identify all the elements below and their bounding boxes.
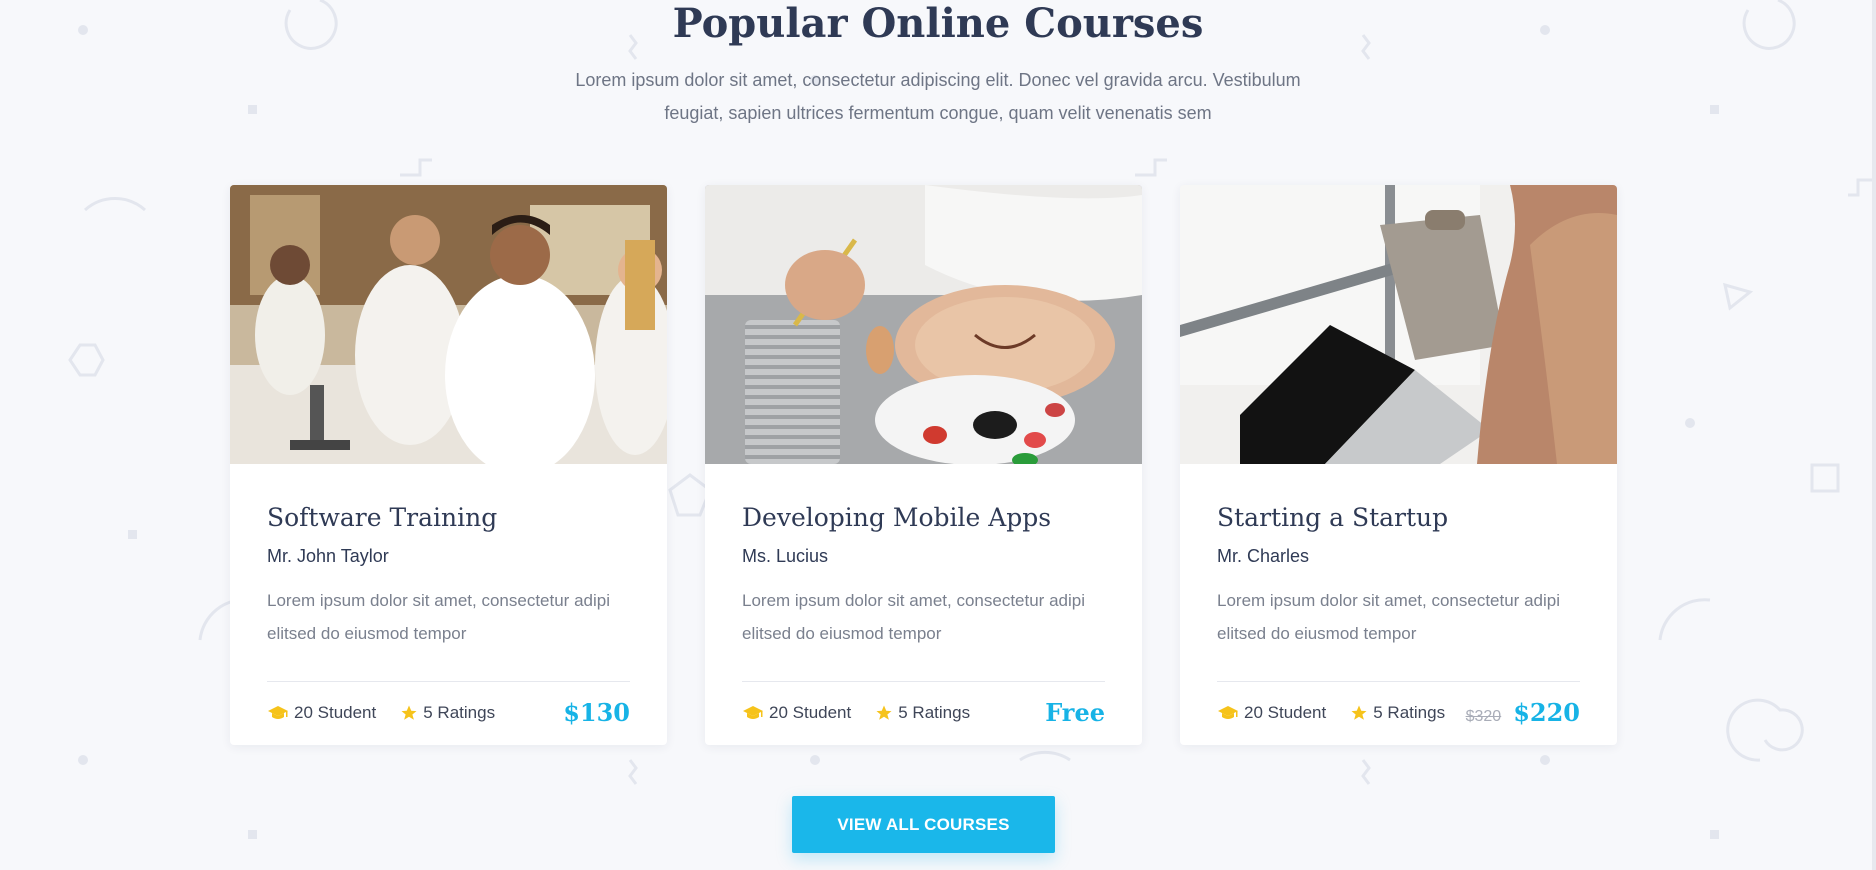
course-description: Lorem ipsum dolor sit amet, consectetur … (1217, 591, 1560, 643)
course-price: $130 (563, 698, 630, 727)
star-icon (876, 705, 892, 720)
course-title[interactable]: Developing Mobile Apps (742, 502, 1105, 534)
star-icon (401, 705, 417, 720)
course-card-mobile-apps[interactable]: Developing Mobile Apps Ms. Lucius Lorem … (705, 185, 1142, 745)
course-price: $320 $220 (1466, 698, 1580, 727)
course-meta: 20 Student 5 Ratings $130 (267, 682, 630, 744)
course-image-lab-students (230, 185, 667, 464)
original-price: $320 (1465, 708, 1502, 725)
price-amount: Free (1045, 698, 1105, 727)
course-title[interactable]: Software Training (267, 502, 630, 534)
section-title: Popular Online Courses (672, 0, 1204, 47)
section-subtitle: Lorem ipsum dolor sit amet, consectetur … (538, 64, 1338, 130)
ratings-count: 5 Ratings (1350, 703, 1445, 723)
course-instructor: Mr. Charles (1217, 546, 1310, 566)
price-amount: $130 (563, 698, 630, 727)
course-card-software-training[interactable]: Software Training Mr. John Taylor Lorem … (230, 185, 667, 745)
course-instructor: Mr. John Taylor (267, 546, 389, 566)
course-meta: 20 Student 5 Ratings Free (742, 682, 1105, 744)
star-icon (1351, 705, 1367, 720)
course-image-painting (705, 185, 1142, 464)
price-amount: $220 (1513, 698, 1580, 727)
course-image-laptop-window (1180, 185, 1617, 464)
course-meta: 20 Student 5 Ratings $320 $220 (1217, 682, 1580, 744)
graduation-cap-icon (1218, 706, 1238, 719)
course-instructor: Ms. Lucius (742, 546, 829, 566)
course-description: Lorem ipsum dolor sit amet, consectetur … (267, 591, 610, 643)
graduation-cap-icon (268, 706, 288, 719)
students-count: 20 Student (742, 703, 851, 723)
ratings-count: 5 Ratings (400, 703, 495, 723)
students-count: 20 Student (1217, 703, 1326, 723)
course-title[interactable]: Starting a Startup (1217, 502, 1580, 534)
subtitle-line-1: Lorem ipsum dolor sit amet, consectetur … (575, 70, 1301, 90)
graduation-cap-icon (743, 706, 763, 719)
popular-courses-section: Popular Online Courses Lorem ipsum dolor… (0, 0, 1876, 870)
ratings-count: 5 Ratings (875, 703, 970, 723)
view-all-courses-button[interactable]: VIEW ALL COURSES (792, 796, 1055, 853)
students-count: 20 Student (267, 703, 376, 723)
course-card-startup[interactable]: Starting a Startup Mr. Charles Lorem ips… (1180, 185, 1617, 745)
course-price: Free (1045, 698, 1105, 727)
subtitle-line-2: feugiat, sapien ultrices fermentum congu… (664, 103, 1212, 123)
course-description: Lorem ipsum dolor sit amet, consectetur … (742, 591, 1085, 643)
